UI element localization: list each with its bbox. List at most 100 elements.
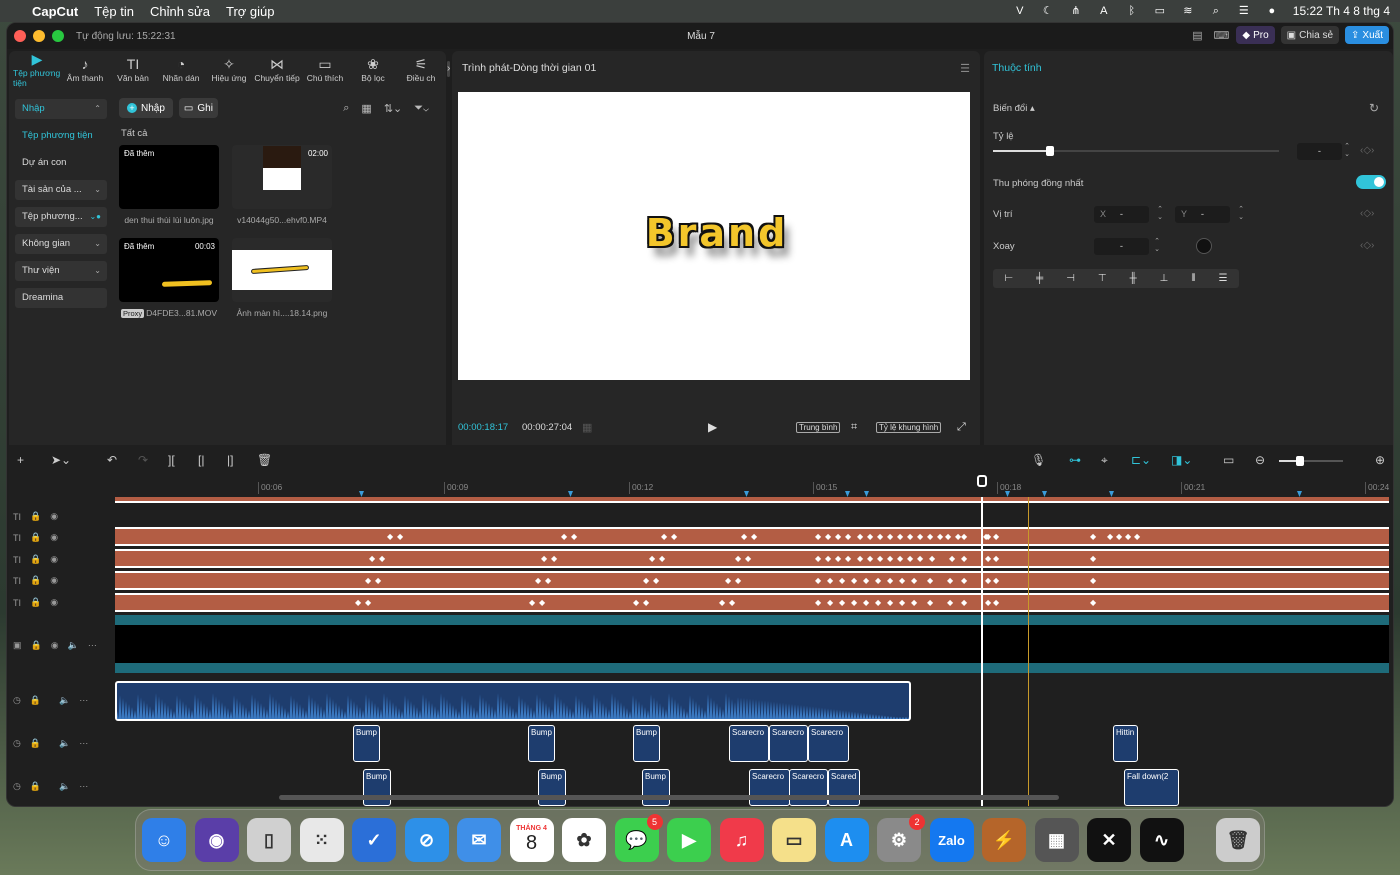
import-button[interactable]: + Nhập (119, 98, 173, 118)
keyframe[interactable]: ◆ (387, 532, 393, 541)
input-source-icon[interactable]: A (1097, 5, 1111, 17)
lock-icon[interactable]: 🔒 (31, 640, 42, 651)
menu-file[interactable]: Tệp tin (94, 4, 134, 19)
app-store-icon[interactable]: A (824, 818, 869, 862)
keyframe[interactable]: ◆ (379, 554, 385, 563)
menu-icon[interactable]: ☰ (960, 62, 970, 75)
keyframe[interactable]: ◆ (729, 598, 735, 607)
sidebar-item-import[interactable]: Nhập ⌃ (15, 99, 107, 119)
layout-icon[interactable]: ▤ (1188, 26, 1206, 44)
menu-app-name[interactable]: CapCut (32, 4, 78, 19)
keyframe[interactable]: ◆ (897, 554, 903, 563)
speaker-icon[interactable]: 🔈 (59, 781, 70, 792)
select-tool-icon[interactable]: ➤⌄ (51, 453, 71, 467)
finder-icon[interactable]: ☺ (142, 818, 186, 862)
sidebar-item-assets[interactable]: Tài sản của ... ⌄ (15, 180, 107, 200)
vpn-icon[interactable]: V (1013, 5, 1027, 17)
trash-icon[interactable]: 🗑 (1216, 818, 1260, 862)
play-button[interactable]: ▶ (708, 420, 717, 434)
tab-audio[interactable]: ♪ Âm thanh (61, 51, 109, 89)
reminders-icon[interactable]: ✓ (352, 818, 396, 862)
scale-input[interactable]: - (1297, 143, 1342, 160)
more-icon[interactable]: ⋯ (79, 738, 88, 749)
eye-icon[interactable]: ◉ (50, 575, 58, 586)
keyframe[interactable]: ◆ (835, 532, 841, 541)
keyframe[interactable]: ◆ (875, 598, 881, 607)
menu-help[interactable]: Trợ giúp (226, 4, 275, 19)
zoom-slider-handle[interactable] (1296, 456, 1304, 466)
sfx-clip[interactable]: Scarecro (808, 725, 849, 762)
keyframe-nav-icon[interactable]: ‹◇› (1360, 145, 1374, 156)
trim-left-icon[interactable]: [| (198, 453, 204, 467)
messages-icon[interactable]: 💬 5 (614, 814, 663, 862)
lock-icon[interactable]: 🔒 (30, 781, 41, 792)
redo-icon[interactable]: ↷ (138, 453, 148, 467)
trim-right-icon[interactable]: |] (227, 453, 233, 467)
uniform-scale-toggle[interactable] (1356, 175, 1386, 189)
keyframe[interactable]: ◆ (949, 554, 955, 563)
video-clip[interactable] (115, 615, 1389, 673)
keyframe[interactable]: ◆ (1134, 532, 1140, 541)
speaker-icon[interactable]: 🔈 (59, 695, 70, 706)
keyframe[interactable]: ◆ (887, 532, 893, 541)
keyframe[interactable]: ◆ (993, 554, 999, 563)
battery-icon[interactable]: ▭ (1153, 5, 1167, 17)
keyframe[interactable]: ◆ (529, 598, 535, 607)
media-item[interactable]: Đã thêm 00:03 Proxy D4FDE3...81.MOV (119, 238, 219, 331)
keyframe[interactable]: ◆ (397, 532, 403, 541)
sidebar-item-space[interactable]: Không gian ⌄ (15, 234, 107, 254)
text-clip[interactable]: ◆ ◆ ◆ ◆ ◆ ◆ ◆ ◆ ◆ ◆ ◆ ◆ ◆ ◆ ◆ ◆ ◆ ◆ ◆ ◆ ◆ ◆ ◆ (115, 571, 1389, 590)
keyframe[interactable]: ◆ (917, 554, 923, 563)
sfx-clip[interactable]: Scarecro (749, 769, 790, 806)
keyframe[interactable]: ◆ (993, 576, 999, 585)
keyframe[interactable]: ◆ (845, 554, 851, 563)
keyframe[interactable]: ◆ (1116, 532, 1122, 541)
preview-axis-icon[interactable]: ◨⌄ (1171, 453, 1192, 467)
sort-icon[interactable]: ⇅⌄ (384, 102, 402, 115)
reeder-icon[interactable]: ⚡ (982, 818, 1026, 862)
calendar-icon[interactable]: THÁNG 48 (509, 818, 554, 862)
keyframe[interactable]: ◆ (961, 598, 967, 607)
keyframe[interactable]: ◆ (863, 576, 869, 585)
keyframe[interactable]: ◆ (937, 532, 943, 541)
mail-icon[interactable]: ✉ (457, 818, 501, 862)
keyframe[interactable]: ◆ (877, 532, 883, 541)
zoom-in-icon[interactable]: ⊕ (1375, 453, 1385, 467)
brand-text[interactable]: Brand (646, 211, 789, 255)
system-settings-icon[interactable]: ⚙ 2 (877, 814, 925, 862)
keyframe[interactable]: ◆ (945, 532, 951, 541)
keyframe[interactable]: ◆ (955, 532, 961, 541)
keyframe[interactable]: ◆ (887, 576, 893, 585)
scale-slider[interactable] (993, 146, 1279, 156)
fullscreen-icon[interactable]: ⤢ (957, 421, 966, 434)
activity-monitor-icon[interactable]: ∿ (1139, 818, 1184, 862)
scale-slider-handle[interactable] (1046, 146, 1055, 156)
playhead[interactable] (981, 497, 983, 806)
sfx-clip[interactable]: Bump (363, 769, 391, 806)
notes-icon[interactable]: ▭ (772, 818, 816, 862)
undo-icon[interactable]: ↶ (107, 453, 117, 467)
keyframe[interactable]: ◆ (365, 598, 371, 607)
time-ruler[interactable]: 00:06 00:09 00:12 00:15 00:18 00:21 00:24 (113, 477, 1393, 497)
keyframe[interactable]: ◆ (1125, 532, 1131, 541)
caption-icon[interactable]: ▭ (1223, 453, 1234, 467)
text-track-icon[interactable]: TI (13, 533, 21, 543)
grid-icon[interactable]: ▦ (582, 421, 592, 434)
keyframe[interactable]: ◆ (643, 576, 649, 585)
pro-button[interactable]: ◆ Pro (1236, 26, 1275, 44)
airdrop-icon[interactable]: ⋔ (1069, 5, 1083, 17)
keyframe[interactable]: ◆ (741, 532, 747, 541)
filter-icon[interactable]: ⏷⌄ (414, 102, 429, 115)
keyframe[interactable]: ◆ (1090, 598, 1096, 607)
keyframe[interactable]: ◆ (839, 576, 845, 585)
tab-effects[interactable]: ✧ Hiệu ứng (205, 51, 253, 89)
position-x-stepper[interactable]: ⌃ ⌄ (1155, 206, 1165, 223)
sfx-clip[interactable]: Scarecro (789, 769, 828, 806)
filter-all-label[interactable]: Tất cả (121, 128, 439, 139)
sidebar-item-library[interactable]: Thư viện ⌄ (15, 261, 107, 281)
keyframe[interactable]: ◆ (725, 576, 731, 585)
keyframe[interactable]: ◆ (633, 598, 639, 607)
keyframe[interactable]: ◆ (1090, 554, 1096, 563)
keyframe[interactable]: ◆ (877, 554, 883, 563)
keyframe[interactable]: ◆ (827, 598, 833, 607)
